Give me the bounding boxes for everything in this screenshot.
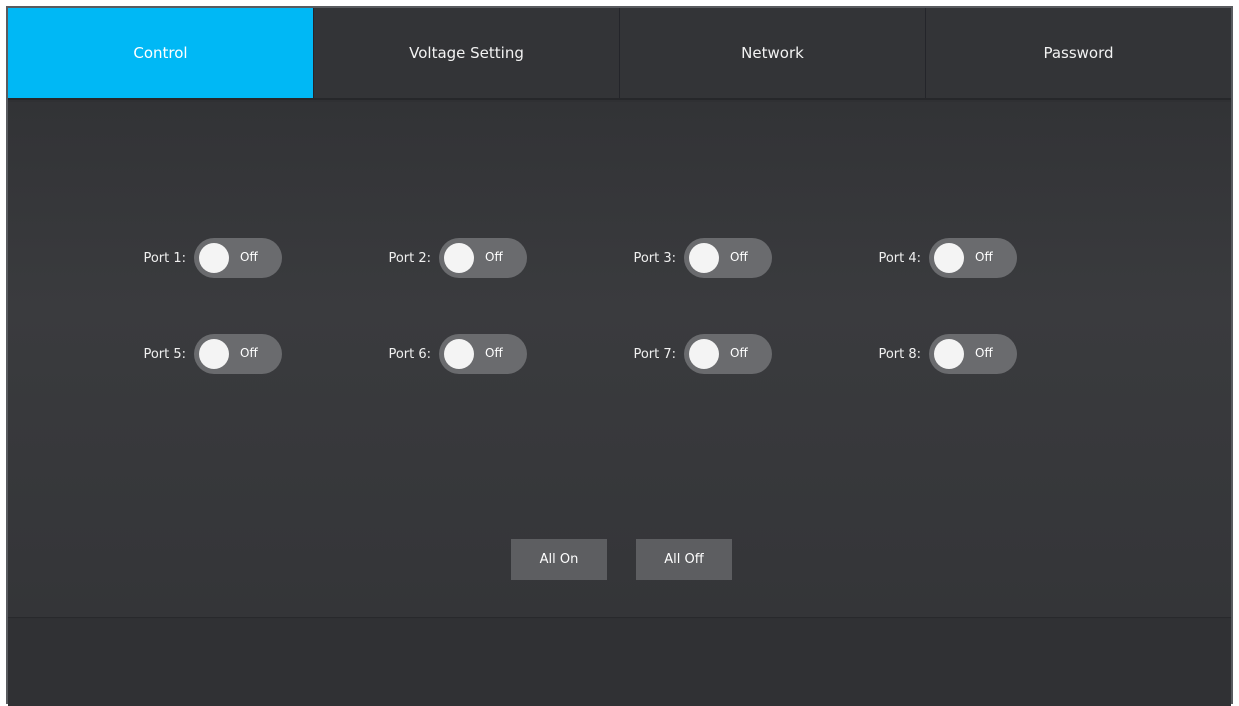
port-4-state: Off	[975, 250, 993, 264]
port-5-label: Port 5:	[143, 346, 186, 362]
tab-control[interactable]: Control	[8, 8, 314, 98]
port-3-toggle[interactable]: Off	[684, 238, 772, 278]
all-on-button[interactable]: All On	[511, 539, 607, 580]
tab-network[interactable]: Network	[620, 8, 926, 98]
port-8-label: Port 8:	[878, 346, 921, 362]
all-off-button[interactable]: All Off	[636, 539, 732, 580]
port-4-label: Port 4:	[878, 250, 921, 266]
port-7-toggle[interactable]: Off	[684, 334, 772, 374]
port-5: Port 5: Off	[130, 334, 282, 374]
port-row-2: Port 5: Off Port 6: Off Port 7: Off Port…	[8, 334, 1231, 430]
port-5-toggle[interactable]: Off	[194, 334, 282, 374]
port-7: Port 7: Off	[620, 334, 772, 374]
port-6: Port 6: Off	[375, 334, 527, 374]
port-1-label: Port 1:	[143, 250, 186, 266]
port-6-label: Port 6:	[388, 346, 431, 362]
toggle-knob	[199, 339, 229, 369]
port-8-state: Off	[975, 346, 993, 360]
toggle-knob	[444, 339, 474, 369]
app-window: Control Voltage Setting Network Password…	[6, 6, 1233, 706]
port-4-toggle[interactable]: Off	[929, 238, 1017, 278]
port-2-label: Port 2:	[388, 250, 431, 266]
port-2-state: Off	[485, 250, 503, 264]
port-7-label: Port 7:	[633, 346, 676, 362]
port-1: Port 1: Off	[130, 238, 282, 278]
toggle-knob	[444, 243, 474, 273]
port-3-state: Off	[730, 250, 748, 264]
port-2-toggle[interactable]: Off	[439, 238, 527, 278]
port-8: Port 8: Off	[865, 334, 1017, 374]
footer-bar	[8, 619, 1231, 706]
port-5-state: Off	[240, 346, 258, 360]
port-7-state: Off	[730, 346, 748, 360]
port-3: Port 3: Off	[620, 238, 772, 278]
control-panel: Port 1: Off Port 2: Off Port 3: Off Port…	[8, 102, 1231, 618]
port-8-toggle[interactable]: Off	[929, 334, 1017, 374]
tab-password[interactable]: Password	[926, 8, 1231, 98]
toggle-knob	[934, 243, 964, 273]
port-4: Port 4: Off	[865, 238, 1017, 278]
toggle-knob	[934, 339, 964, 369]
port-1-state: Off	[240, 250, 258, 264]
toggle-knob	[689, 339, 719, 369]
port-grid: Port 1: Off Port 2: Off Port 3: Off Port…	[8, 238, 1231, 430]
toggle-knob	[199, 243, 229, 273]
port-1-toggle[interactable]: Off	[194, 238, 282, 278]
port-3-label: Port 3:	[633, 250, 676, 266]
port-row-1: Port 1: Off Port 2: Off Port 3: Off Port…	[8, 238, 1231, 334]
toggle-knob	[689, 243, 719, 273]
port-2: Port 2: Off	[375, 238, 527, 278]
port-6-toggle[interactable]: Off	[439, 334, 527, 374]
bulk-actions: All On All Off	[511, 539, 732, 580]
tab-voltage-setting[interactable]: Voltage Setting	[314, 8, 620, 98]
tab-bar: Control Voltage Setting Network Password	[8, 8, 1231, 100]
port-6-state: Off	[485, 346, 503, 360]
